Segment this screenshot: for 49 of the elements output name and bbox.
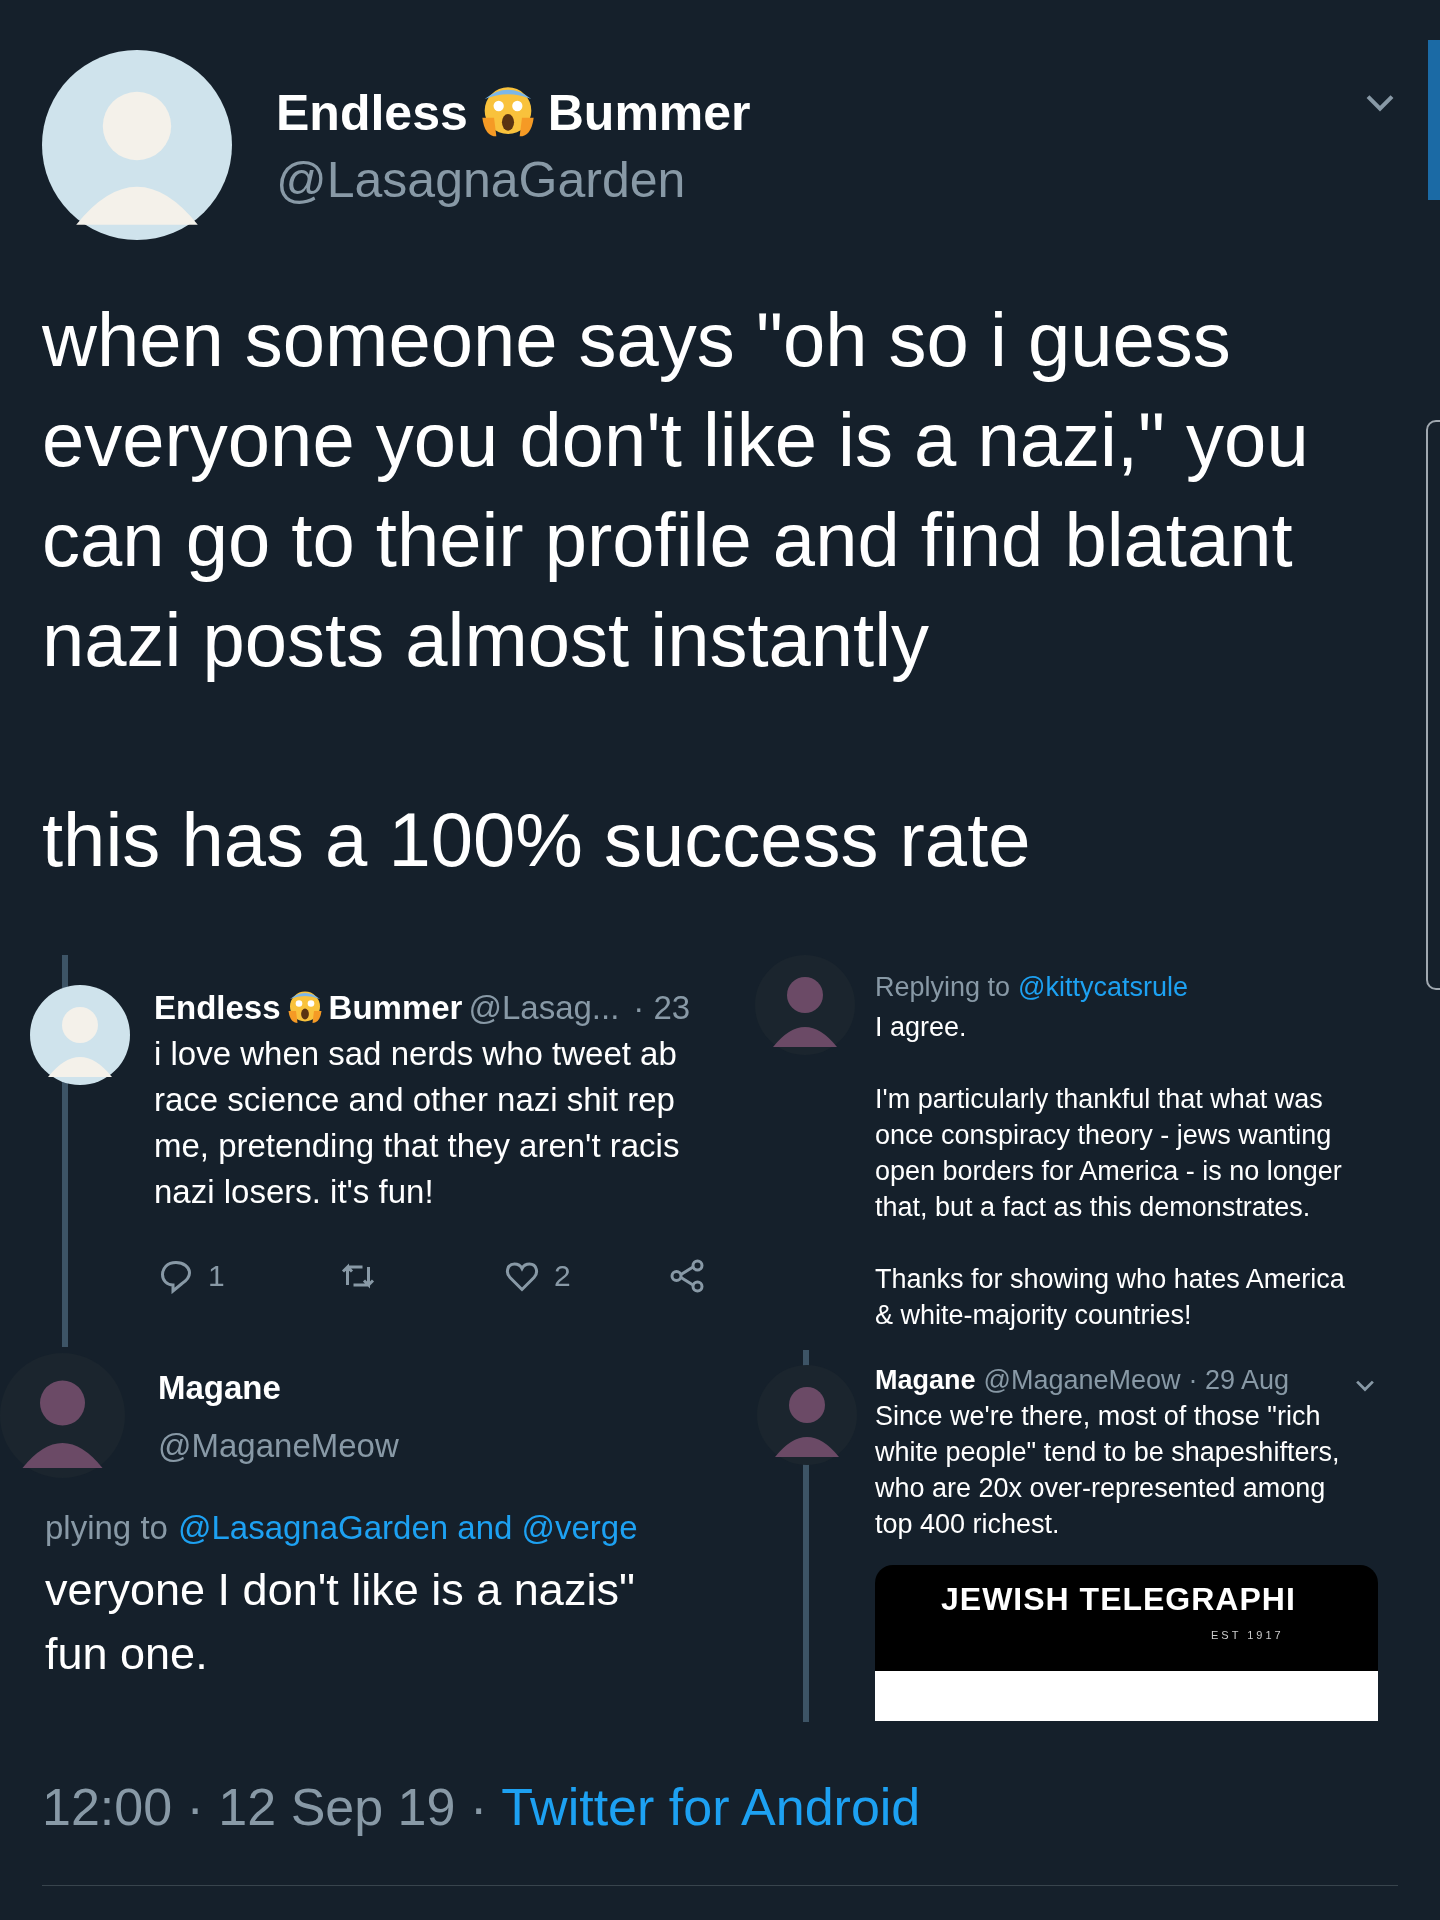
tweet-text-line: can go to their profile and find blatant xyxy=(42,496,1294,584)
tweet-text-line: I agree. xyxy=(875,1011,968,1044)
tweet-text-line: nazi losers. it's fun! xyxy=(154,1172,435,1212)
tweet-text-line: I'm particularly thankful that what was xyxy=(875,1083,1324,1116)
mention-link[interactable]: @kittycatsrule xyxy=(1018,969,1189,1005)
user-handle: @MaganeMeow xyxy=(983,1364,1181,1397)
source-link[interactable]: Twitter for Android xyxy=(501,1775,921,1839)
tweet-text-line: when someone says "oh so i guess xyxy=(42,296,1232,384)
replying-label: Replying to xyxy=(875,971,1011,1004)
reply-count: 1 xyxy=(208,1258,225,1294)
display-name: Bummer xyxy=(547,88,751,138)
user-handle: @MaganeMeow xyxy=(158,1426,399,1466)
tweet-text-line: who are 20x over-represented among xyxy=(875,1472,1327,1505)
tweet-text-line: white people" tend to be shapeshifters, xyxy=(875,1436,1340,1469)
tweet-text-line: veryone I don't like is a nazis" xyxy=(45,1563,635,1617)
card-title: JEWISH TELEGRAPHI xyxy=(941,1580,1297,1619)
tweet-text-line: race science and other nazi shit rep xyxy=(154,1080,676,1120)
tweet-text-line: open borders for America - is no longer xyxy=(875,1155,1343,1188)
tweet-text-line: Thanks for showing who hates America xyxy=(875,1263,1345,1296)
tweet-text-line: i love when sad nerds who tweet ab xyxy=(154,1034,678,1074)
link-card[interactable]: JEWISH TELEGRAPHI EST 1917 xyxy=(875,1565,1378,1721)
mention-link[interactable]: @LasagnaGarden and @verge xyxy=(177,1503,638,1553)
reply-button[interactable]: 1 xyxy=(158,1253,338,1298)
display-name: Endless xyxy=(276,88,468,138)
tweet-text-line: top 400 richest. xyxy=(875,1508,1061,1541)
like-button[interactable]: 2 xyxy=(504,1253,669,1298)
display-name: Magane xyxy=(158,1368,281,1408)
card-subtitle: EST 1917 xyxy=(1211,1628,1285,1643)
tweet-text-line: & white-majority countries! xyxy=(875,1299,1193,1332)
tweet-text-line: nazi posts almost instantly xyxy=(42,596,931,684)
tweet-text-line: once conspiracy theory - jews wanting xyxy=(875,1119,1333,1152)
display-name: Magane xyxy=(875,1364,976,1397)
tweet-text-line: this has a 100% success rate xyxy=(42,796,1032,884)
tweet-text-line: fun one. xyxy=(45,1627,209,1681)
screaming-face-icon xyxy=(286,990,323,1026)
user-handle: @Lasag... xyxy=(468,988,620,1028)
display-name: Bummer xyxy=(328,988,463,1028)
replying-label: plying to xyxy=(45,1508,168,1548)
tweet-text-line: Since we're there, most of those "rich xyxy=(875,1400,1322,1433)
tweet-text-line: everyone you don't like is a nazi," you xyxy=(42,396,1309,484)
share-icon xyxy=(669,1257,705,1294)
tweet-timestamp: 12:00 · 12 Sep 19 · xyxy=(42,1777,488,1838)
tweet-text-line: me, pretending that they aren't racis xyxy=(154,1126,681,1166)
user-handle: @LasagnaGarden xyxy=(276,155,687,205)
like-count: 2 xyxy=(554,1258,571,1294)
tweet-time: · 29 Aug xyxy=(1188,1364,1290,1397)
display-name: Endless xyxy=(154,988,281,1028)
tweet-text-line: that, but a fact as this demonstrates. xyxy=(875,1191,1312,1224)
tweet-time: · 23 xyxy=(633,988,691,1028)
